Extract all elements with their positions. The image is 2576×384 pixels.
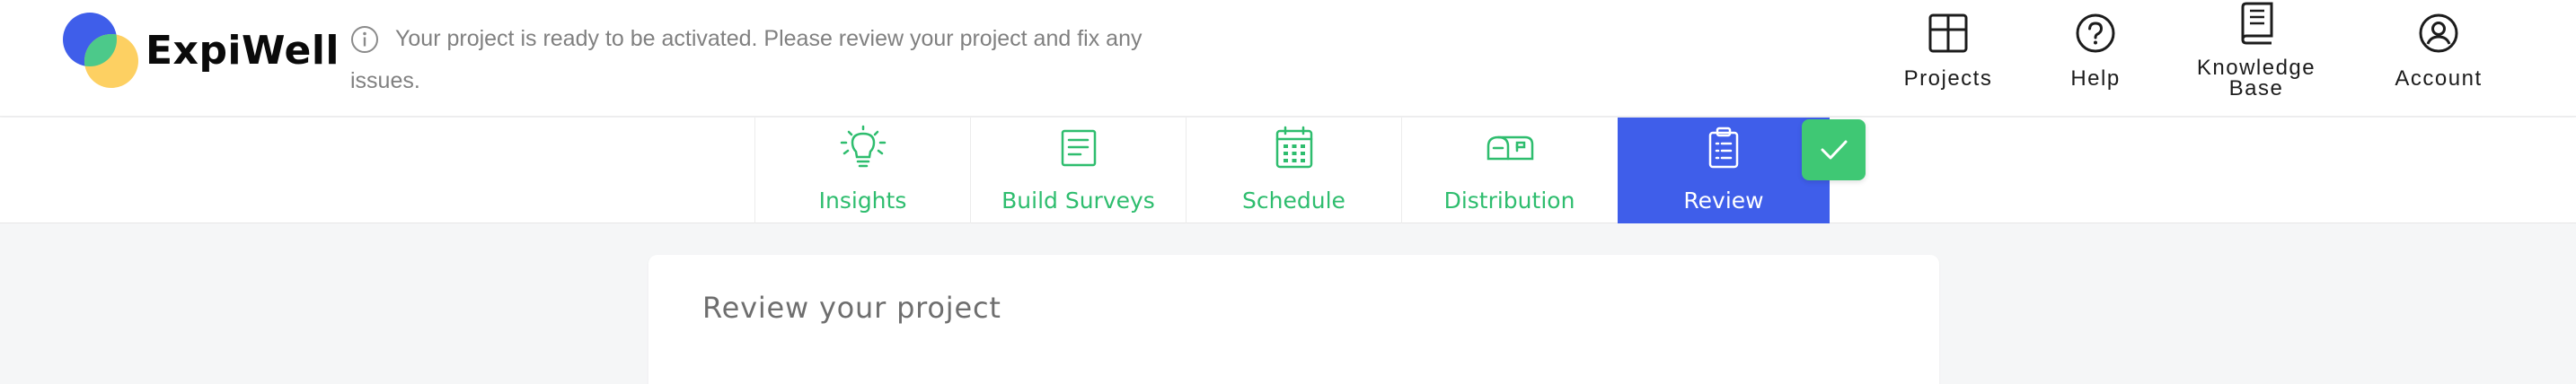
- nav-projects[interactable]: Projects: [1881, 13, 2016, 90]
- review-complete-badge: [1802, 119, 1866, 180]
- nav-knowledge-base-label: Knowledge Base: [2189, 57, 2324, 100]
- tab-insights-label: Insights: [818, 188, 907, 214]
- tab-schedule-label: Schedule: [1242, 188, 1345, 214]
- tab-insights[interactable]: Insights: [754, 118, 970, 223]
- nav-help-label: Help: [2070, 66, 2121, 91]
- tab-distribution-label: Distribution: [1443, 188, 1575, 214]
- tab-review-label: Review: [1683, 188, 1764, 214]
- tab-schedule[interactable]: Schedule: [1186, 118, 1401, 223]
- review-card: Review your project: [648, 255, 1939, 384]
- clipboard-icon: [1618, 125, 1830, 171]
- activation-notice: Your project is ready to be activated. P…: [350, 23, 1186, 102]
- logo-icon: [63, 13, 138, 88]
- brand-logo[interactable]: ExpiWell: [63, 13, 340, 88]
- brand-name: ExpiWell: [146, 27, 340, 74]
- nav-account-label: Account: [2395, 66, 2483, 91]
- mailbox-icon: [1402, 125, 1617, 171]
- book-icon: [2189, 2, 2324, 45]
- nav-account[interactable]: Account: [2371, 13, 2506, 90]
- calendar-icon: [1187, 125, 1401, 171]
- tab-build-surveys[interactable]: Build Surveys: [970, 118, 1186, 223]
- user-circle-icon: [2371, 13, 2506, 54]
- info-circle-icon: [350, 25, 379, 54]
- nav-knowledge-base[interactable]: Knowledge Base: [2189, 2, 2324, 100]
- top-bar: ExpiWell Your project is ready to be act…: [0, 0, 2576, 117]
- document-icon: [971, 125, 1186, 171]
- workflow-tab-bar: Insights Build Surveys Schedule Distribu…: [0, 118, 2576, 223]
- notice-line-1: Your project is ready to be activated. P…: [395, 26, 1142, 51]
- notice-line-2: issues.: [350, 68, 420, 93]
- tab-review[interactable]: Review: [1618, 118, 1830, 223]
- notice-text: Your project is ready to be activated. P…: [350, 18, 1142, 102]
- nav-help[interactable]: Help: [2028, 13, 2163, 90]
- lightbulb-icon: [755, 125, 970, 171]
- question-circle-icon: [2028, 13, 2163, 54]
- nav-projects-label: Projects: [1903, 66, 1993, 91]
- review-card-title: Review your project: [702, 291, 1001, 325]
- tab-distribution[interactable]: Distribution: [1401, 118, 1617, 223]
- tab-build-surveys-label: Build Surveys: [1001, 188, 1155, 214]
- grid-icon: [1881, 13, 2016, 54]
- nav-knowledge-base-line-2: Base: [2228, 76, 2284, 100]
